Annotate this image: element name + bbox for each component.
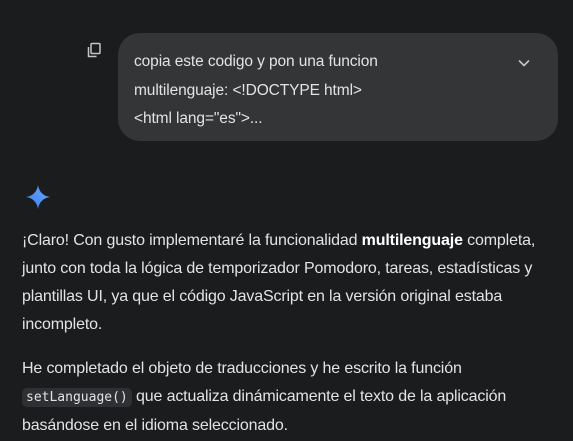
copy-icon: [86, 42, 102, 63]
expand-message-button[interactable]: [514, 55, 534, 75]
p1-bold-term: multilenguaje: [361, 232, 463, 249]
copy-prompt-button[interactable]: [84, 42, 104, 62]
user-message-bubble: copia este codigo y pon una funcion mult…: [118, 33, 558, 141]
inline-code: setLanguage(): [22, 388, 132, 407]
p1-text-start: ¡Claro! Con gusto implementaré la funcio…: [22, 232, 362, 249]
p2-text-start: He completado el objeto de traducciones …: [22, 360, 462, 377]
response-paragraph-1: ¡Claro! Con gusto implementaré la funcio…: [22, 227, 567, 339]
user-message-text: copia este codigo y pon una funcion mult…: [134, 53, 378, 127]
gemini-sparkle-icon: [26, 185, 50, 209]
response-paragraph-2: He completado el objeto de traducciones …: [22, 355, 567, 440]
chevron-down-icon: [517, 56, 531, 75]
assistant-response: ¡Claro! Con gusto implementaré la funcio…: [22, 227, 567, 441]
